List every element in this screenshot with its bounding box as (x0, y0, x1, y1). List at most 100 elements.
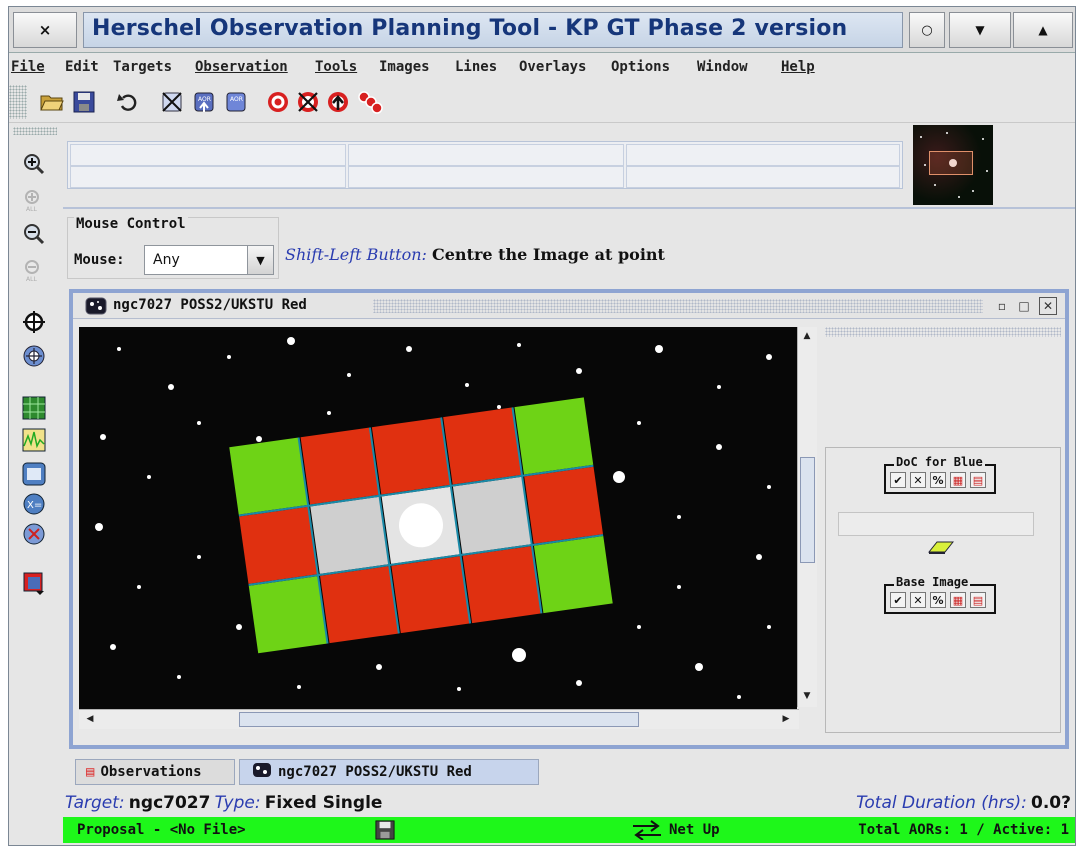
scroll-left-icon[interactable]: ◀ (81, 710, 99, 728)
frame-tabs: ▤ Observations ngc7027 POSS2/UKSTU Red (69, 759, 1069, 787)
center-target-icon[interactable] (21, 343, 47, 369)
circle-icon: ○ (921, 22, 933, 38)
zoom-out-icon[interactable] (21, 221, 47, 247)
spectrum-icon[interactable] (21, 427, 47, 453)
check-icon[interactable]: ✔ (890, 472, 906, 488)
pan-thumbnail[interactable] (913, 125, 993, 205)
undo-icon[interactable] (115, 89, 141, 115)
targets-group-icon[interactable] (357, 89, 383, 115)
left-toolbar-grip[interactable] (13, 127, 57, 135)
close-frame-button[interactable]: ✕ (1039, 297, 1057, 315)
svg-text:AOR: AOR (230, 96, 243, 103)
sky-image[interactable] (79, 327, 797, 709)
restore-frame-button[interactable]: □ (1015, 297, 1033, 315)
crosshair-icon[interactable] (21, 309, 47, 335)
percent-icon[interactable]: % (930, 472, 946, 488)
import-aor-icon[interactable]: AOR (191, 89, 217, 115)
shade-button[interactable]: ▼ (949, 12, 1011, 48)
aor-icon[interactable]: AOR (223, 89, 249, 115)
menu-file[interactable]: File (11, 59, 45, 75)
info-field (70, 166, 346, 188)
table-icon[interactable]: ▤ (970, 472, 986, 488)
table-icon[interactable]: ▤ (970, 592, 986, 608)
menu-options[interactable]: Options (611, 59, 670, 75)
iconify-button[interactable]: ○ (909, 12, 945, 48)
title-bar-texture (373, 299, 983, 313)
layer-field (838, 512, 1034, 536)
save-icon[interactable] (71, 89, 97, 115)
mouse-mode-select[interactable]: Any ▼ (144, 245, 274, 275)
aor-count: Total AORs: 1 / Active: 1 (858, 822, 1069, 838)
delete-icon[interactable]: ✕ (910, 472, 926, 488)
tab-observations[interactable]: ▤ Observations (75, 759, 235, 785)
chevron-down-icon[interactable]: ▼ (247, 246, 273, 274)
proposal-file[interactable]: Proposal - <No File> (77, 822, 246, 838)
zoom-out-all-icon[interactable]: ALL (21, 257, 47, 283)
scroll-right-icon[interactable]: ▶ (777, 710, 795, 728)
tab-image[interactable]: ngc7027 POSS2/UKSTU Red (239, 759, 539, 785)
menu-overlays[interactable]: Overlays (519, 59, 586, 75)
target-up-icon[interactable] (325, 89, 351, 115)
info-field (626, 144, 900, 166)
target-info: Target: ngc7027 Type: Fixed Single (65, 793, 382, 813)
toolbar-grip[interactable] (9, 85, 27, 119)
zoom-in-icon[interactable] (21, 151, 47, 177)
duration-value: 0.0? (1031, 793, 1071, 813)
target-icon[interactable] (265, 89, 291, 115)
save-icon[interactable] (375, 820, 395, 844)
menu-images[interactable]: Images (379, 59, 430, 75)
menu-bar: File Edit Targets Observation Tools Imag… (9, 55, 1075, 81)
base-image-label: Base Image (894, 575, 971, 589)
layer-stack-icon (927, 540, 955, 558)
overlay-side-panel: DoC for Blue ✔ ✕ % ▦ ▤ Base Image ✔ ✕ % … (825, 327, 1061, 737)
clear-overlay-icon[interactable] (21, 521, 47, 547)
vertical-scroll-thumb[interactable] (800, 457, 815, 563)
colormap-icon[interactable]: ▦ (950, 472, 966, 488)
delete-icon[interactable]: ✕ (910, 592, 926, 608)
mouse-mode-value: Any (153, 252, 180, 268)
horizontal-scrollbar[interactable]: ◀ ▶ (79, 709, 799, 729)
image-frame-title-bar[interactable]: ngc7027 POSS2/UKSTU Red ▫ □ ✕ (73, 293, 1065, 319)
horizontal-scroll-thumb[interactable] (239, 712, 639, 727)
open-folder-icon[interactable] (39, 89, 65, 115)
minimize-frame-button[interactable]: ▫ (993, 297, 1011, 315)
vertical-scrollbar[interactable]: ▲ ▼ (797, 327, 817, 707)
close-icon: × (38, 21, 52, 39)
menu-observation[interactable]: Observation (195, 59, 288, 75)
window-title: Herschel Observation Planning Tool - KP … (92, 16, 848, 41)
formula-icon[interactable]: X= (21, 491, 47, 517)
zoom-in-all-icon[interactable]: ALL (21, 187, 47, 213)
colormap-icon[interactable]: ▦ (950, 592, 966, 608)
mouse-control-legend: Mouse Control (74, 216, 188, 232)
delete-target-icon[interactable] (295, 89, 321, 115)
menu-targets[interactable]: Targets (113, 59, 172, 75)
svg-text:X=: X= (27, 500, 42, 511)
check-icon[interactable]: ✔ (890, 592, 906, 608)
proposal-status-bar: Proposal - <No File> Net Up Total AORs: … (63, 817, 1075, 843)
info-field (626, 166, 900, 188)
delete-aor-icon[interactable] (159, 89, 185, 115)
percent-icon[interactable]: % (930, 592, 946, 608)
coordinate-fields (67, 141, 903, 189)
info-field (348, 144, 624, 166)
sky-image-view[interactable] (79, 327, 797, 709)
menu-help[interactable]: Help (781, 59, 815, 75)
color-palette-icon[interactable] (21, 571, 47, 597)
grid-overlay-icon[interactable] (21, 395, 47, 421)
duration-key: Total Duration (hrs): (856, 793, 1027, 813)
doc-for-blue-label: DoC for Blue (894, 455, 985, 469)
menu-tools[interactable]: Tools (315, 59, 357, 75)
maximize-button[interactable]: ▲ (1013, 12, 1073, 48)
catalog-icon[interactable] (21, 461, 47, 487)
main-window: × Herschel Observation Planning Tool - K… (8, 6, 1076, 846)
scroll-down-icon[interactable]: ▼ (798, 687, 816, 705)
menu-edit[interactable]: Edit (65, 59, 99, 75)
title-bar: × Herschel Observation Planning Tool - K… (9, 7, 1075, 53)
close-window-button[interactable]: × (13, 12, 77, 48)
title-area[interactable]: Herschel Observation Planning Tool - KP … (83, 12, 903, 48)
scroll-up-icon[interactable]: ▲ (798, 327, 816, 345)
menu-window[interactable]: Window (697, 59, 748, 75)
divider (63, 207, 1075, 209)
pan-viewport-rect[interactable] (929, 151, 973, 175)
menu-lines[interactable]: Lines (455, 59, 497, 75)
